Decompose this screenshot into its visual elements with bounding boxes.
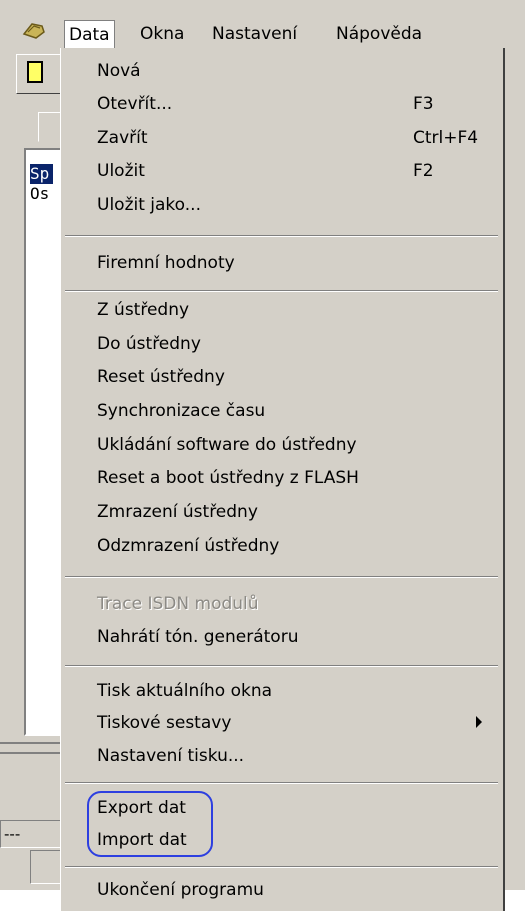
- menu-item-synchronizace-casu[interactable]: Synchronizace času: [97, 396, 265, 426]
- menu-separator: [65, 866, 498, 868]
- menu-okna[interactable]: Okna: [136, 20, 188, 48]
- menu-item-ukonceni[interactable]: Ukončení programu: [97, 875, 264, 905]
- menu-item-export-dat[interactable]: Export dat: [97, 793, 186, 823]
- menu-item-odzmrazeni[interactable]: Odzmrazení ústředny: [97, 531, 279, 561]
- menu-item-import-dat[interactable]: Import dat: [97, 825, 187, 855]
- menu-item-tisk-okna[interactable]: Tisk aktuálního okna: [97, 676, 272, 706]
- menu-item-firemni-hodnoty[interactable]: Firemní hodnoty: [97, 248, 235, 278]
- submenu-arrow-icon: [476, 716, 482, 728]
- shortcut-zavrit: Ctrl+F4: [413, 128, 479, 148]
- menu-separator: [65, 665, 498, 667]
- menu-data[interactable]: Data: [64, 20, 115, 48]
- menu-item-otevrit[interactable]: Otevřít...: [97, 89, 172, 119]
- menu-napoveda[interactable]: Nápověda: [332, 20, 426, 48]
- menu-item-trace-isdn: Trace ISDN modulů: [97, 594, 259, 614]
- menu-item-reset-ustredny[interactable]: Reset ústředny: [97, 362, 225, 392]
- list-item[interactable]: Sp: [30, 164, 54, 184]
- menu-item-zmrazeni[interactable]: Zmrazení ústředny: [97, 497, 258, 527]
- menu-item-z-ustredny[interactable]: Z ústředny: [97, 295, 189, 325]
- menu-item-reset-boot[interactable]: Reset a boot ústředny z FLASH: [97, 463, 359, 493]
- menu-separator: [65, 576, 498, 578]
- menu-item-nova[interactable]: Nová: [97, 56, 141, 86]
- menu-item-tiskove-sestavy[interactable]: Tiskové sestavy: [97, 708, 231, 738]
- menu-item-do-ustredny[interactable]: Do ústředny: [97, 329, 201, 359]
- data-menu: Nová Otevřít... F3 Zavřít Ctrl+F4 Uložit…: [60, 48, 505, 911]
- menu-item-zavrit[interactable]: Zavřít: [97, 123, 148, 153]
- menu-separator: [65, 290, 498, 292]
- menu-item-ukladani-software[interactable]: Ukládání software do ústředny: [97, 430, 357, 460]
- menu-item-nahrati-ton[interactable]: Nahrátí tón. generátoru: [97, 622, 298, 652]
- app-logo-icon: [22, 23, 45, 39]
- list-item[interactable]: Os: [30, 184, 49, 204]
- shortcut-otevrit: F3: [413, 94, 434, 114]
- menu-separator: [65, 235, 498, 237]
- menu-item-nastaveni-tisku[interactable]: Nastavení tisku...: [97, 741, 244, 771]
- new-document-icon: [27, 61, 43, 83]
- menu-separator: [65, 782, 498, 784]
- menu-item-ulozit[interactable]: Uložit: [97, 156, 145, 186]
- menu-nastaveni[interactable]: Nastavení: [208, 20, 301, 48]
- shortcut-ulozit: F2: [413, 161, 434, 181]
- menu-item-ulozit-jako[interactable]: Uložit jako...: [97, 190, 201, 220]
- new-document-button[interactable]: [16, 54, 62, 94]
